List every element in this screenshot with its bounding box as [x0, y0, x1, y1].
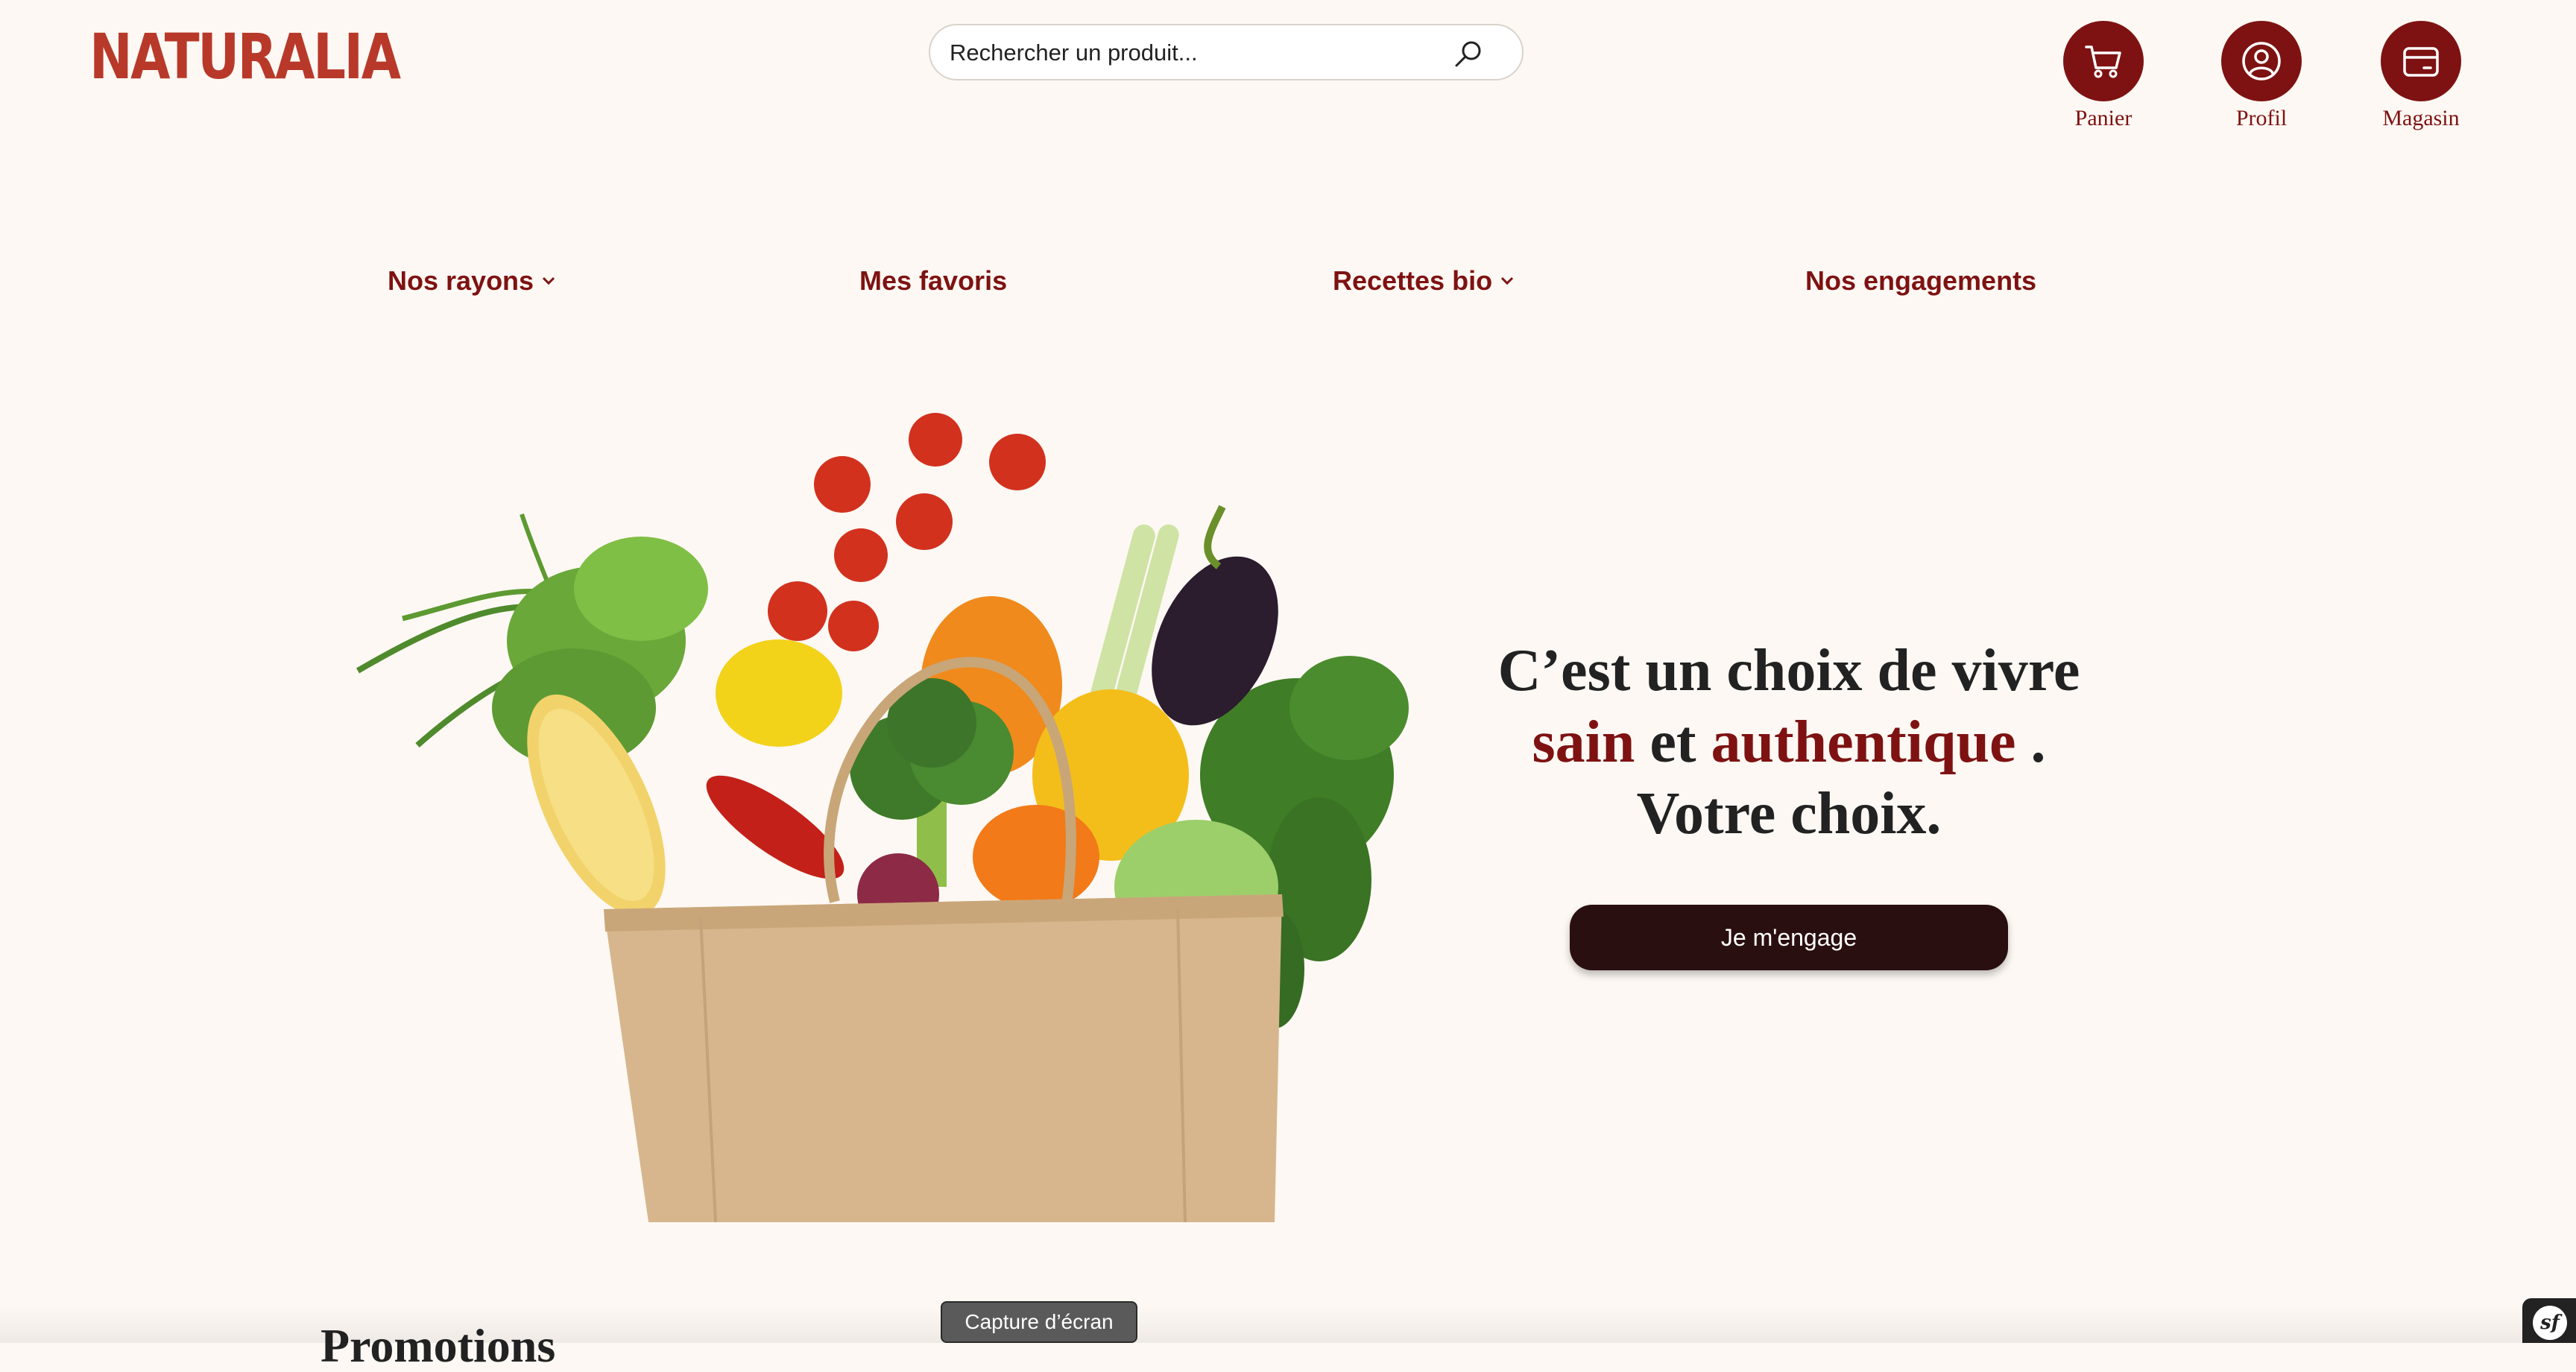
- nav-label: Nos rayons: [388, 265, 534, 296]
- search-bar[interactable]: [929, 24, 1524, 80]
- store-label: Magasin: [2382, 106, 2460, 130]
- search-input[interactable]: [948, 25, 1458, 80]
- highlight-sain: sain: [1532, 709, 1635, 775]
- orange-pepper-small: [973, 805, 1099, 909]
- headline-connector: et: [1650, 709, 1696, 775]
- hero-image: [356, 413, 1409, 1222]
- cart-icon: [2085, 45, 2121, 78]
- bottom-shade: [0, 1306, 2576, 1343]
- highlight-authentique: authentique: [1711, 709, 2016, 775]
- cart-label: Panier: [2074, 106, 2133, 130]
- nav-label: Nos engagements: [1805, 265, 2037, 296]
- nav-label: Recettes bio: [1333, 265, 1493, 296]
- headline-line-2: sain et authentique .: [1416, 706, 2162, 778]
- profile-label: Profil: [2235, 106, 2288, 130]
- headline-period: .: [2030, 709, 2046, 775]
- cart-button[interactable]: Panier: [2062, 21, 2144, 131]
- nav-item-engagements[interactable]: Nos engagements: [1805, 265, 2036, 297]
- headline-line-1: C’est un choix de vivre: [1497, 638, 2080, 704]
- nav-label: Mes favoris: [859, 265, 1008, 296]
- nav-item-favoris[interactable]: Mes favoris: [859, 265, 1007, 297]
- headline-line-3: Votre choix.: [1636, 781, 1942, 847]
- screenshot-tooltip: Capture d’écran: [941, 1301, 1137, 1343]
- symfony-toolbar-toggle[interactable]: sf: [2522, 1298, 2576, 1343]
- lemon: [716, 639, 842, 747]
- engage-button[interactable]: Je m'engage: [1570, 905, 2008, 970]
- store-icon: [2403, 47, 2439, 77]
- chevron-down-icon: [1501, 276, 1514, 285]
- nav-item-recettes[interactable]: Recettes bio: [1333, 265, 1515, 297]
- symfony-icon: sf: [2533, 1306, 2567, 1340]
- user-icon: [2242, 42, 2281, 80]
- search-icon[interactable]: [1452, 37, 1485, 70]
- nav-item-rayons[interactable]: Nos rayons: [388, 265, 556, 297]
- brand-logo[interactable]: NATURALIA: [89, 25, 401, 88]
- store-button[interactable]: Magasin: [2380, 21, 2462, 131]
- profile-button[interactable]: Profil: [2220, 21, 2302, 131]
- chevron-down-icon: [543, 276, 555, 285]
- hero-headline: C’est un choix de vivre sain et authenti…: [1416, 635, 2162, 850]
